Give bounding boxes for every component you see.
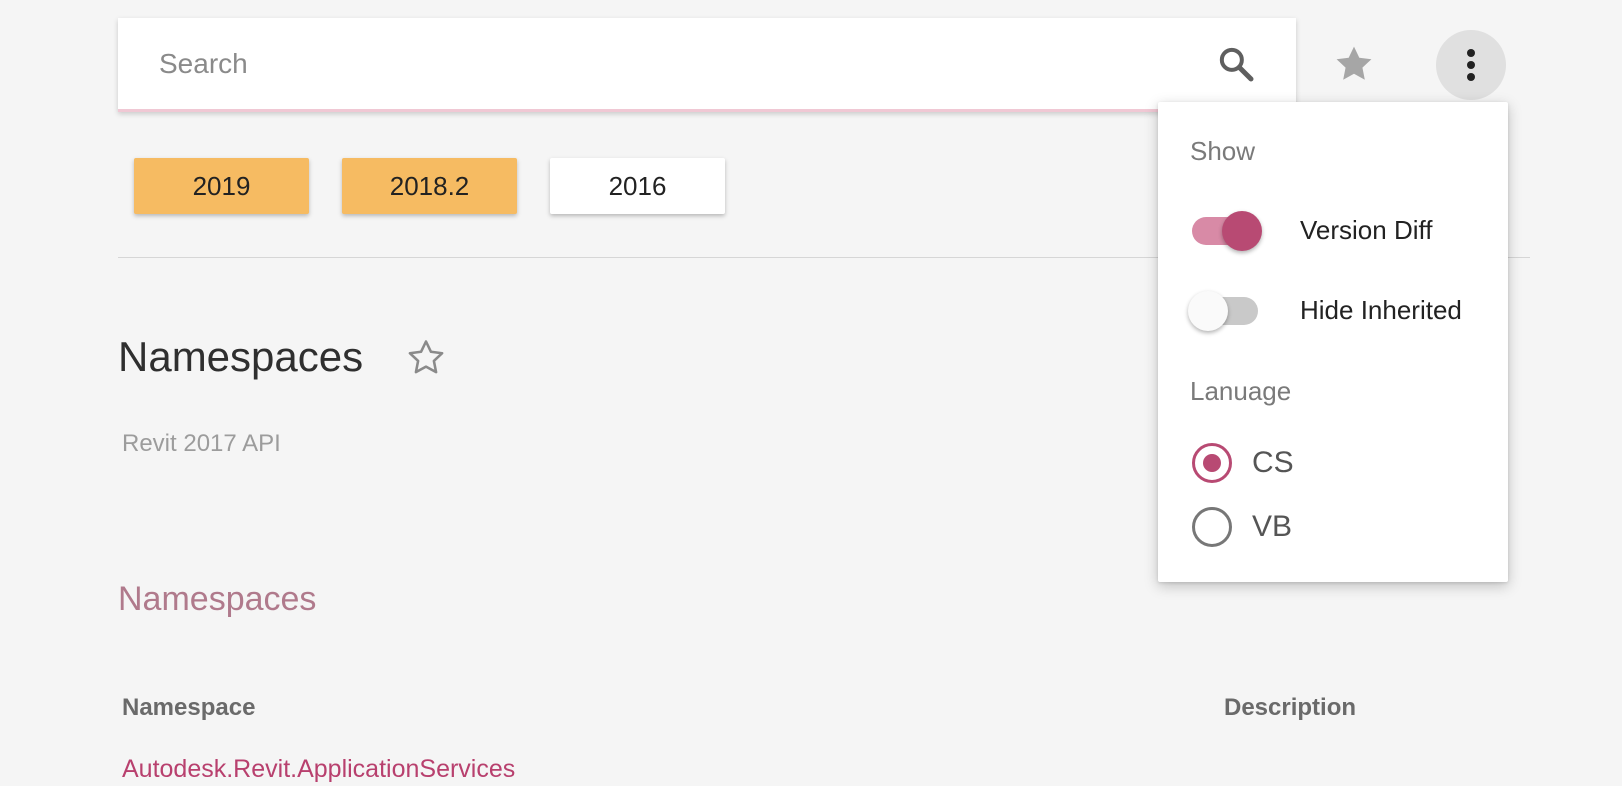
- search-icon[interactable]: [1214, 42, 1258, 86]
- version-chip-2016[interactable]: 2016: [550, 158, 725, 214]
- page-title: Namespaces: [118, 333, 364, 380]
- toggle-version-diff[interactable]: Version Diff: [1188, 205, 1498, 255]
- favorites-button[interactable]: [1322, 32, 1386, 96]
- search-bar: [118, 18, 1296, 112]
- version-diff-switch[interactable]: [1188, 205, 1262, 255]
- hide-inherited-switch[interactable]: [1188, 285, 1260, 335]
- version-chip-2018-2[interactable]: 2018.2: [342, 158, 517, 214]
- settings-menu: Show Version Diff Hide Inherited Lanuage…: [1158, 102, 1508, 582]
- column-header-namespace: Namespace: [122, 694, 256, 721]
- section-heading: Namespaces: [118, 580, 317, 618]
- language-option-label: CS: [1252, 446, 1294, 479]
- more-vert-icon: [1467, 49, 1475, 81]
- language-option-vb[interactable]: VB: [1192, 505, 1472, 549]
- toggle-hide-inherited[interactable]: Hide Inherited: [1188, 285, 1498, 335]
- language-option-label: VB: [1252, 510, 1293, 543]
- version-chip-2019[interactable]: 2019: [134, 158, 309, 214]
- namespace-link[interactable]: Autodesk.Revit.ApplicationServices: [122, 755, 515, 784]
- star-filled-icon: [1336, 46, 1372, 80]
- more-options-button[interactable]: [1436, 30, 1506, 100]
- page-subtitle: Revit 2017 API: [122, 430, 281, 457]
- language-section-label: Lanuage: [1190, 376, 1292, 406]
- search-input[interactable]: [118, 18, 1214, 109]
- switch-knob: [1188, 291, 1228, 331]
- favorite-star-icon[interactable]: [404, 336, 448, 380]
- column-header-description: Description: [1224, 694, 1357, 721]
- switch-knob: [1222, 211, 1262, 251]
- language-option-cs[interactable]: CS: [1192, 441, 1472, 485]
- radio-button[interactable]: [1192, 443, 1232, 483]
- show-section-label: Show: [1190, 136, 1256, 166]
- hide-inherited-label: Hide Inherited: [1300, 294, 1462, 325]
- radio-button[interactable]: [1192, 507, 1232, 547]
- version-diff-label: Version Diff: [1300, 214, 1433, 245]
